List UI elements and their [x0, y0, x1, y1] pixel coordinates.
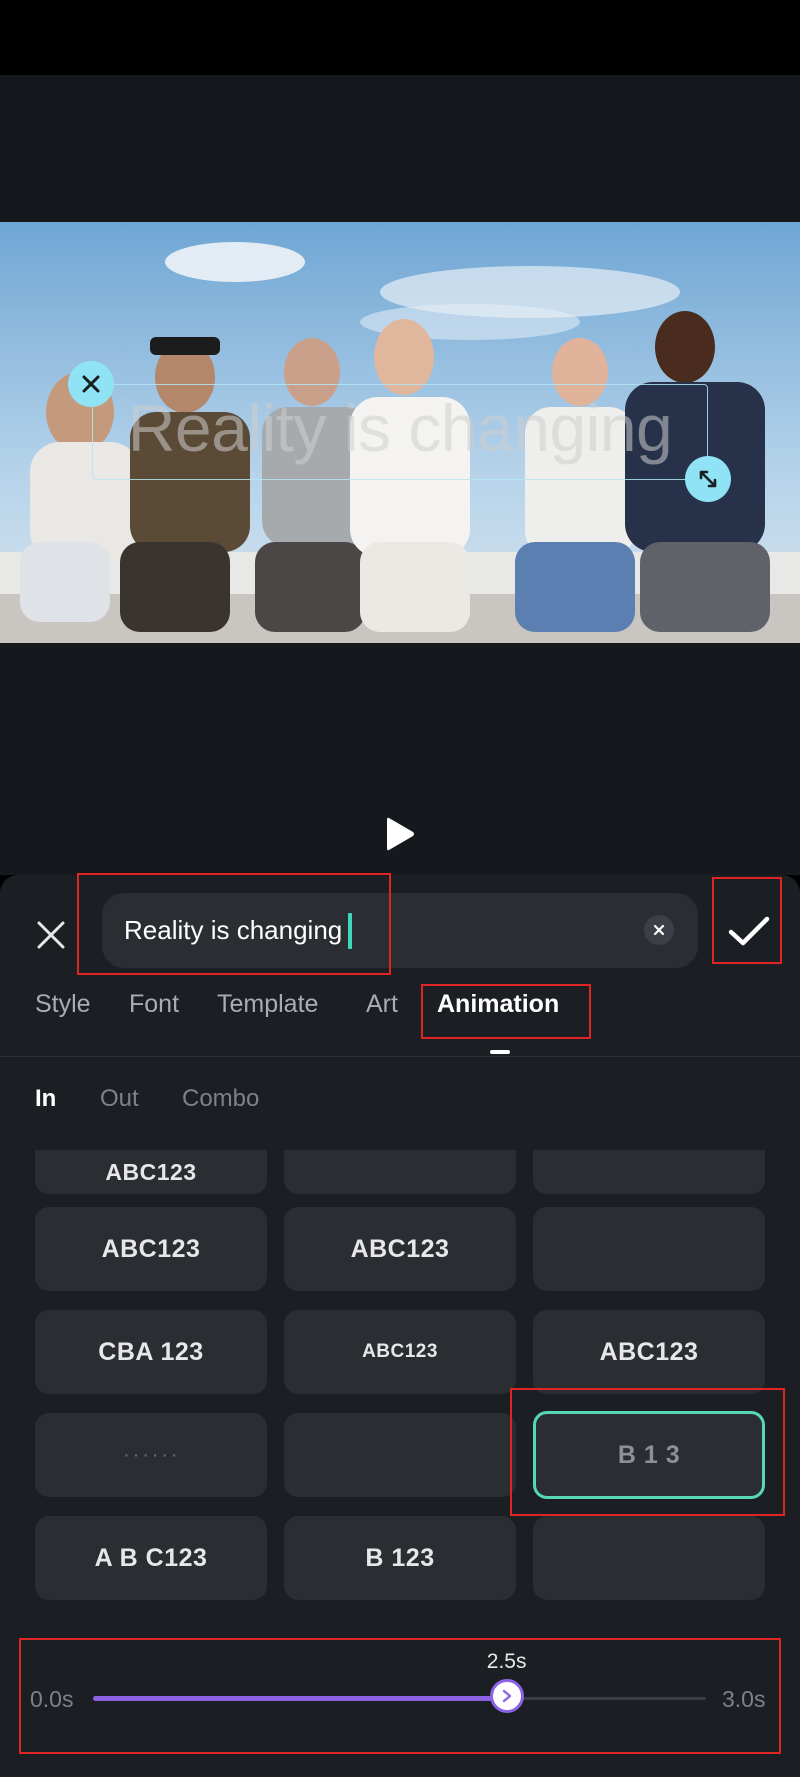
- animation-preset[interactable]: ABC123: [284, 1207, 516, 1291]
- preset-label: ABC123: [362, 1341, 438, 1362]
- tab-template[interactable]: Template: [217, 990, 318, 1019]
- play-icon: [387, 817, 414, 851]
- subtab-combo[interactable]: Combo: [182, 1085, 259, 1113]
- animation-preset[interactable]: ABC123: [284, 1310, 516, 1394]
- animation-preset[interactable]: [284, 1150, 516, 1194]
- tab-style[interactable]: Style: [35, 990, 91, 1019]
- highlight-duration-slider: [19, 1638, 781, 1754]
- animation-preset[interactable]: ABC123: [35, 1207, 267, 1291]
- close-button[interactable]: [28, 912, 74, 958]
- highlight-confirm-button: [712, 877, 782, 964]
- tab-font[interactable]: Font: [129, 990, 179, 1019]
- preset-label: A B C123: [94, 1543, 208, 1572]
- animation-preset[interactable]: [533, 1207, 765, 1291]
- tab-bar: Style Font Template Art Animation: [0, 990, 800, 1038]
- close-icon: [82, 375, 100, 393]
- highlight-animation-tab: [421, 984, 591, 1039]
- play-button[interactable]: [374, 808, 426, 860]
- highlight-selected-preset: [510, 1388, 785, 1516]
- preset-label: ABC123: [101, 1234, 201, 1263]
- preset-label: ABC123: [105, 1158, 197, 1185]
- divider: [0, 1056, 800, 1057]
- delete-text-handle[interactable]: [68, 361, 114, 407]
- clear-icon: [653, 924, 665, 936]
- text-overlay[interactable]: Reality is changing: [92, 390, 708, 466]
- preset-label: ABC123: [350, 1234, 450, 1263]
- animation-preset[interactable]: [533, 1516, 765, 1600]
- clear-text-button[interactable]: [644, 915, 674, 945]
- active-tab-indicator: [490, 1050, 510, 1054]
- animation-preset[interactable]: ABC123: [35, 1150, 267, 1194]
- animation-preset-grid: ABC123 ABC123 ABC123 CBA 123 ABC123 ABC1…: [0, 1150, 800, 1620]
- resize-text-handle[interactable]: [685, 456, 731, 502]
- highlight-text-input: [77, 873, 391, 975]
- animation-preset[interactable]: CBA 123: [35, 1310, 267, 1394]
- animation-preset[interactable]: B 123: [284, 1516, 516, 1600]
- animation-preset[interactable]: [284, 1413, 516, 1497]
- animation-preset[interactable]: · · · · · ·: [35, 1413, 267, 1497]
- preset-label: ABC123: [599, 1337, 699, 1366]
- preset-label: · · · · · ·: [124, 1447, 178, 1463]
- preset-label: B 123: [365, 1543, 435, 1572]
- animation-type-tabs: In Out Combo: [0, 1085, 800, 1125]
- animation-preset[interactable]: [533, 1150, 765, 1194]
- animation-preset[interactable]: A B C123: [35, 1516, 267, 1600]
- subtab-in[interactable]: In: [35, 1085, 56, 1113]
- tab-art[interactable]: Art: [366, 990, 398, 1019]
- animation-preset[interactable]: ABC123: [533, 1310, 765, 1394]
- resize-icon: [699, 470, 717, 488]
- subtab-out[interactable]: Out: [100, 1085, 139, 1113]
- preset-label: CBA 123: [98, 1337, 204, 1366]
- close-icon: [37, 921, 65, 949]
